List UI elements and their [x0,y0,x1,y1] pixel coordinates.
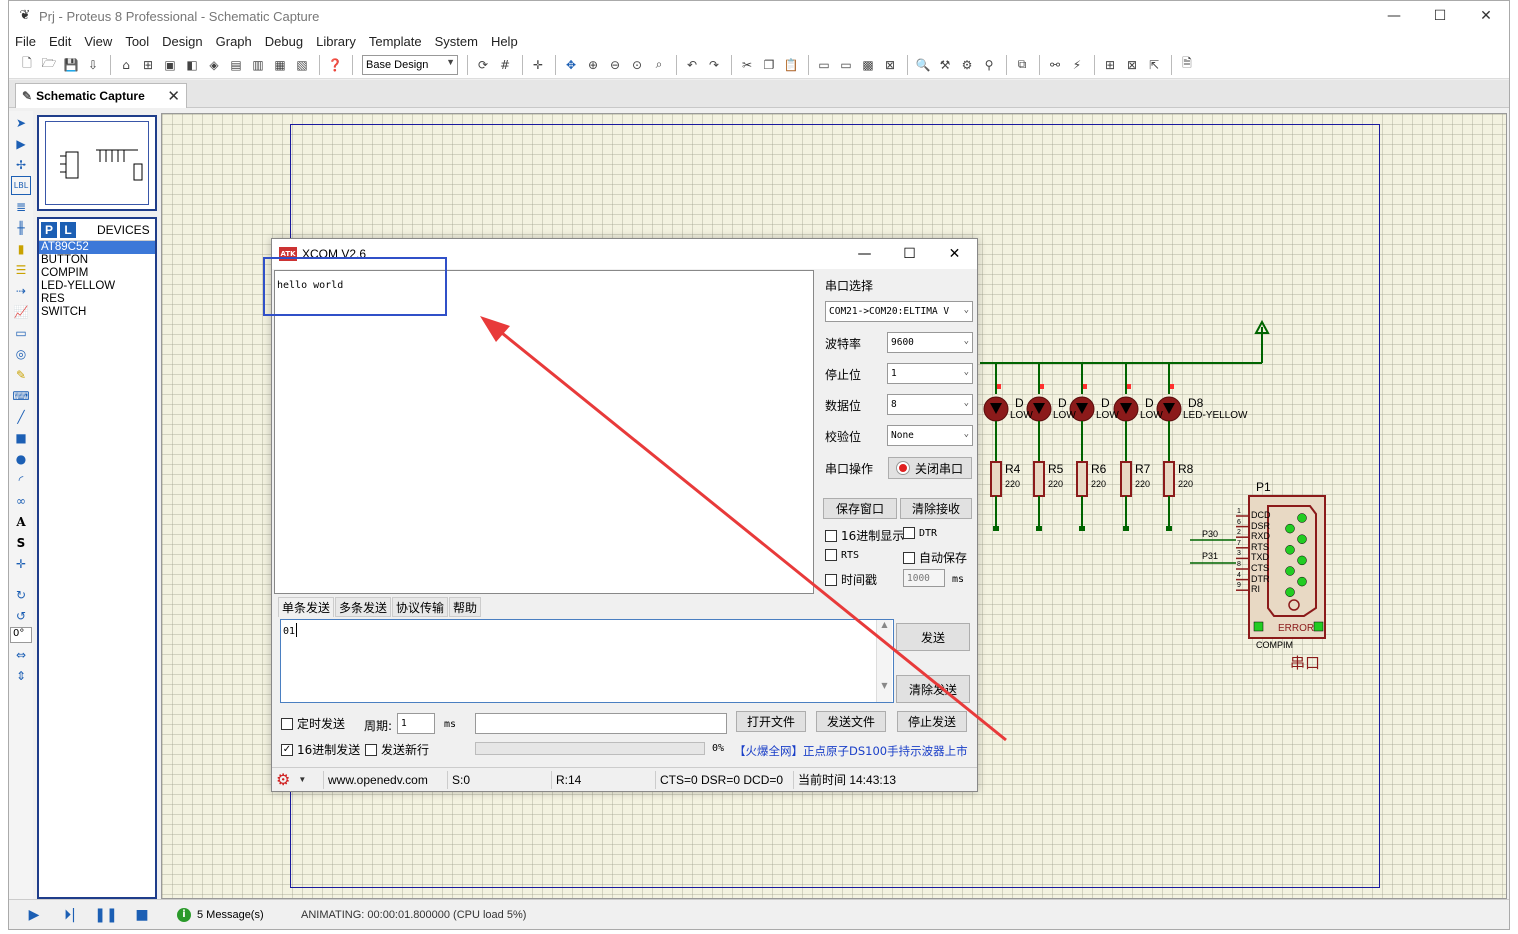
arrow-shaft [491,323,1007,742]
arrow-head [480,316,510,342]
annotation-arrow [480,316,1007,742]
